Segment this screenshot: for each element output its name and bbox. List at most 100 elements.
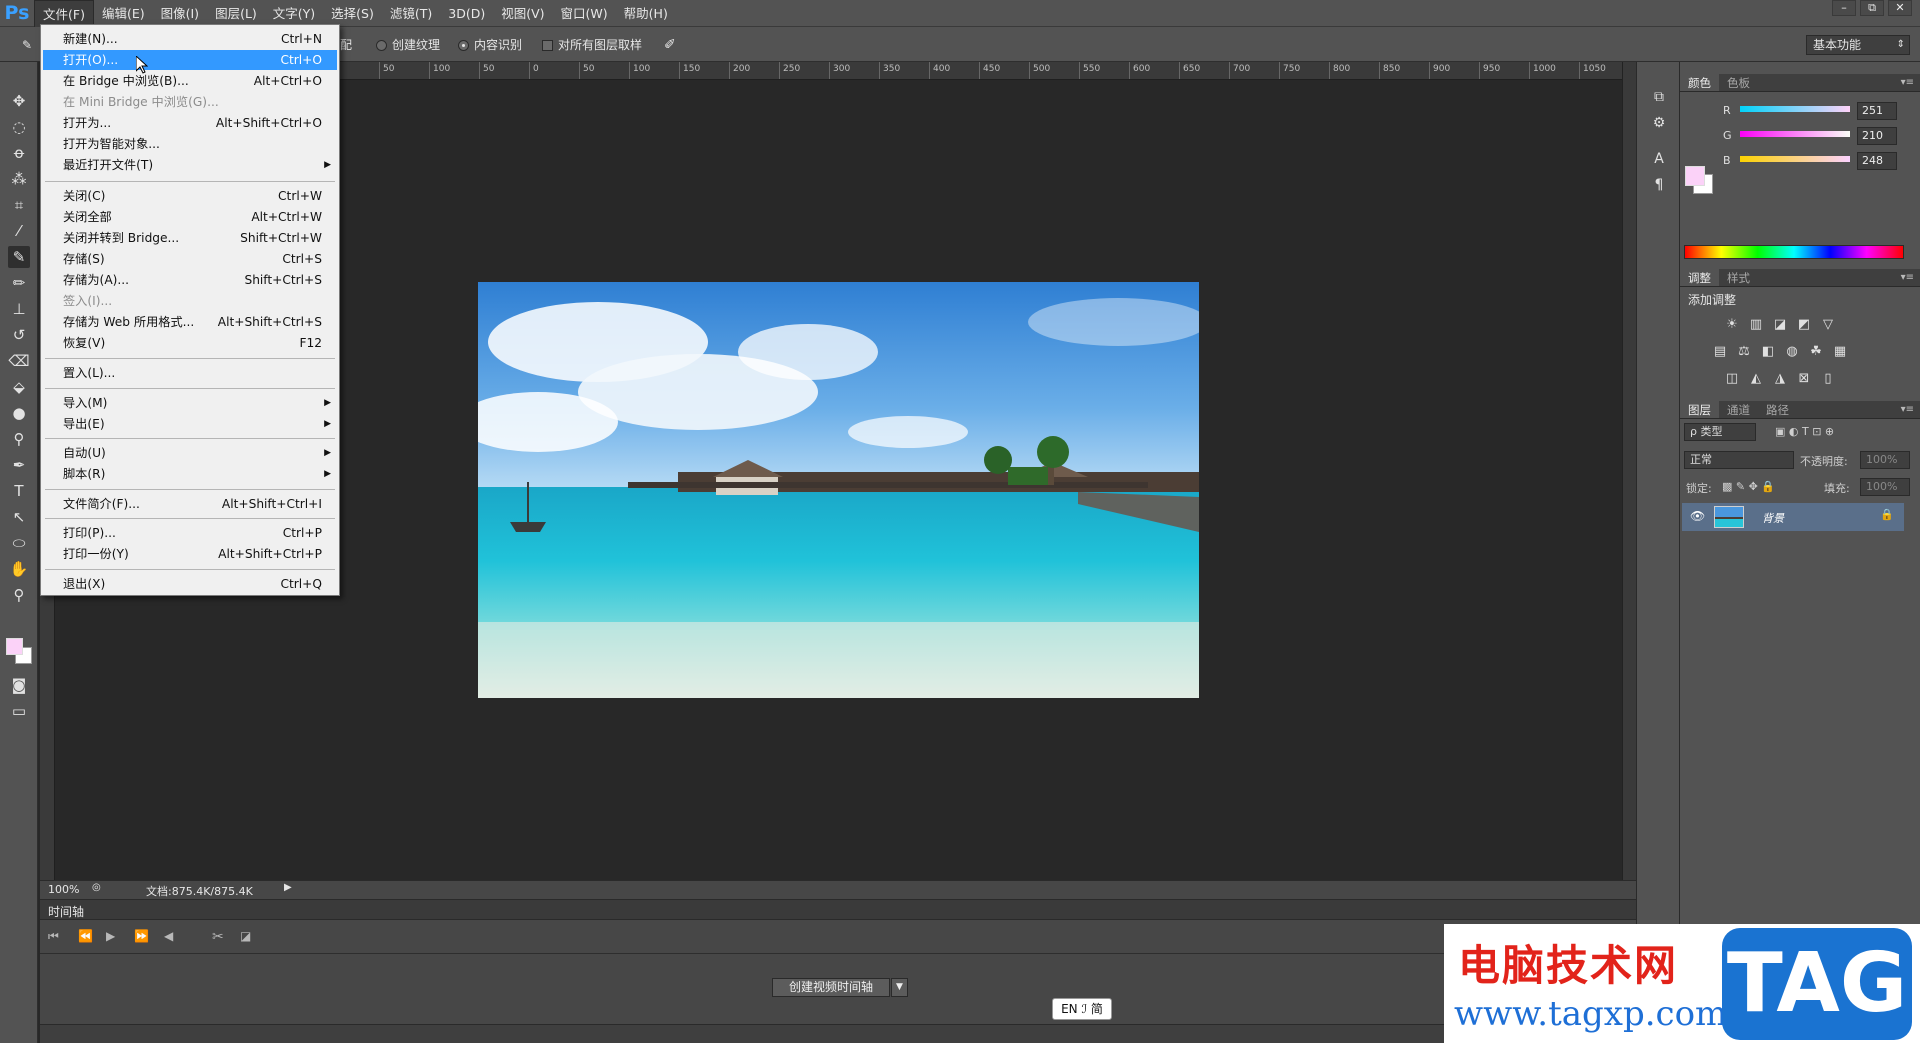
restore-button[interactable]: ⧉ bbox=[1860, 0, 1884, 16]
gradient-map-icon[interactable]: ▯ bbox=[1820, 372, 1836, 386]
brush-tool-icon[interactable]: ✏ bbox=[8, 272, 30, 294]
lasso-tool-icon[interactable]: ꝋ bbox=[8, 142, 30, 164]
lock-icons[interactable]: ▩ ✎ ✥ 🔒 bbox=[1722, 480, 1775, 493]
opacity-field[interactable]: 100% bbox=[1860, 451, 1910, 469]
green-slider[interactable] bbox=[1740, 131, 1850, 137]
brightness-icon[interactable]: ☀ bbox=[1724, 318, 1740, 332]
properties-panel-icon[interactable]: ⚙ bbox=[1648, 112, 1670, 134]
blue-value[interactable]: 248 bbox=[1857, 152, 1897, 170]
file-menu-item[interactable]: 导出(E) ▶ bbox=[43, 414, 337, 434]
menu-help[interactable]: 帮助(H) bbox=[616, 0, 676, 27]
next-frame-icon[interactable]: ⏩ bbox=[134, 929, 149, 943]
layer-filter-icons[interactable]: ▣ ◐ T ⊡ ⊕ bbox=[1775, 425, 1834, 438]
vertical-scrollbar[interactable] bbox=[1622, 62, 1636, 880]
file-menu-item[interactable]: 置入(L)... bbox=[43, 363, 337, 383]
panel-menu-icon[interactable]: ▾≡ bbox=[1901, 74, 1914, 92]
minimize-button[interactable]: – bbox=[1832, 0, 1856, 16]
menu-3d[interactable]: 3D(D) bbox=[440, 0, 493, 27]
file-menu-item[interactable]: 文件简介(F)... Alt+Shift+Ctrl+I bbox=[43, 494, 337, 514]
pen-tool-icon[interactable]: ✒ bbox=[8, 454, 30, 476]
curves-icon[interactable]: ◪ bbox=[1772, 318, 1788, 332]
file-menu-item[interactable]: 新建(N)... Ctrl+N bbox=[43, 29, 337, 49]
tab-styles[interactable]: 样式 bbox=[1719, 269, 1758, 286]
paragraph-panel-icon[interactable]: ¶ bbox=[1648, 174, 1670, 196]
fill-field[interactable]: 100% bbox=[1860, 478, 1910, 496]
layer-row-background[interactable]: 👁 背景 🔒 bbox=[1682, 503, 1904, 531]
file-menu-item[interactable]: 关闭全部 Alt+Ctrl+W bbox=[43, 207, 337, 227]
blend-mode-select[interactable]: 正常 bbox=[1684, 451, 1794, 469]
character-panel-icon[interactable]: A bbox=[1648, 148, 1670, 170]
content-aware-radio[interactable] bbox=[458, 39, 469, 51]
invert-icon[interactable]: ◫ bbox=[1724, 372, 1740, 386]
blur-tool-icon[interactable]: ● bbox=[8, 402, 30, 424]
file-menu-item[interactable]: 打开为... Alt+Shift+Ctrl+O bbox=[43, 113, 337, 133]
menu-window[interactable]: 窗口(W) bbox=[553, 0, 616, 27]
status-menu-arrow-icon[interactable]: ▶ bbox=[284, 882, 292, 893]
create-video-timeline-button[interactable]: 创建视频时间轴 bbox=[772, 978, 890, 997]
blue-slider[interactable] bbox=[1740, 156, 1850, 162]
file-menu-item[interactable]: 恢复(V) F12 bbox=[43, 333, 337, 353]
file-menu-item[interactable]: 关闭(C) Ctrl+W bbox=[43, 186, 337, 206]
adjust-panel-menu-icon[interactable]: ▾≡ bbox=[1901, 269, 1914, 287]
file-menu-item[interactable]: 脚本(R) ▶ bbox=[43, 464, 337, 484]
tab-channels[interactable]: 通道 bbox=[1719, 401, 1758, 418]
black-white-icon[interactable]: ◧ bbox=[1760, 345, 1776, 359]
green-value[interactable]: 210 bbox=[1857, 127, 1897, 145]
posterize-icon[interactable]: ◭ bbox=[1748, 372, 1764, 386]
file-menu-item[interactable]: 打开为智能对象... bbox=[43, 134, 337, 154]
first-frame-icon[interactable]: ⏮ bbox=[48, 929, 59, 944]
file-menu-item[interactable]: 导入(M) ▶ bbox=[43, 393, 337, 413]
levels-icon[interactable]: ▥ bbox=[1748, 318, 1764, 332]
hand-tool-icon[interactable]: ✋ bbox=[8, 558, 30, 580]
prev-frame-icon[interactable]: ⏪ bbox=[78, 929, 93, 943]
ellipse-tool-icon[interactable]: ⬭ bbox=[8, 532, 30, 554]
tab-adjustments[interactable]: 调整 bbox=[1680, 269, 1719, 286]
move-tool-icon[interactable]: ✥ bbox=[8, 90, 30, 112]
tab-layers[interactable]: 图层 bbox=[1680, 401, 1719, 418]
file-menu-item[interactable]: 打印一份(Y) Alt+Shift+Ctrl+P bbox=[43, 544, 337, 564]
tab-paths[interactable]: 路径 bbox=[1758, 401, 1797, 418]
zoom-level-field[interactable]: 100% bbox=[48, 883, 79, 896]
screen-mode-icon[interactable]: ▭ bbox=[8, 700, 30, 722]
transition-icon[interactable]: ◪ bbox=[240, 929, 251, 943]
color-spectrum-bar[interactable] bbox=[1684, 245, 1904, 259]
menu-select[interactable]: 选择(S) bbox=[323, 0, 382, 27]
file-menu-item[interactable]: 自动(U) ▶ bbox=[43, 443, 337, 463]
history-panel-icon[interactable]: ⧉ bbox=[1648, 86, 1670, 108]
layer-filter-select[interactable]: ρ 类型 bbox=[1684, 423, 1756, 441]
timeline-tab[interactable]: 时间轴 bbox=[48, 903, 84, 920]
beach-photo[interactable] bbox=[478, 282, 1199, 698]
layers-panel-menu-icon[interactable]: ▾≡ bbox=[1901, 401, 1914, 419]
marquee-tool-icon[interactable]: ◌ bbox=[8, 116, 30, 138]
color-balance-icon[interactable]: ⚖ bbox=[1736, 345, 1752, 359]
zoom-tool-icon[interactable]: ⚲ bbox=[8, 584, 30, 606]
audio-icon[interactable]: ◀ bbox=[164, 929, 173, 943]
file-menu-item[interactable]: 在 Bridge 中浏览(B)... Alt+Ctrl+O bbox=[43, 71, 337, 91]
threshold-icon[interactable]: ◮ bbox=[1772, 372, 1788, 386]
layer-name[interactable]: 背景 bbox=[1762, 510, 1784, 526]
color-lookup-icon[interactable]: ▦ bbox=[1832, 345, 1848, 359]
file-menu-item[interactable]: 存储为 Web 所用格式... Alt+Shift+Ctrl+S bbox=[43, 312, 337, 332]
workspace-select[interactable]: 基本功能 bbox=[1806, 35, 1910, 55]
content-aware-option[interactable]: 内容识别 bbox=[458, 36, 522, 54]
menu-filter[interactable]: 滤镜(T) bbox=[382, 0, 440, 27]
file-menu-item[interactable]: 打印(P)... Ctrl+P bbox=[43, 523, 337, 543]
photo-filter-icon[interactable]: ◍ bbox=[1784, 345, 1800, 359]
pressure-brush-icon[interactable]: ✐ bbox=[664, 36, 676, 54]
create-texture-option[interactable]: 创建纹理 bbox=[376, 36, 440, 54]
quick-mask-icon[interactable]: ◙ bbox=[8, 674, 30, 696]
history-brush-tool-icon[interactable]: ↺ bbox=[8, 324, 30, 346]
exposure-icon[interactable]: ◩ bbox=[1796, 318, 1812, 332]
file-menu-item[interactable]: 存储(S) Ctrl+S bbox=[43, 249, 337, 269]
file-menu-item[interactable]: 存储为(A)... Shift+Ctrl+S bbox=[43, 270, 337, 290]
split-scissors-icon[interactable]: ✂ bbox=[212, 929, 224, 945]
selective-color-icon[interactable]: ⊠ bbox=[1796, 372, 1812, 386]
file-menu-item[interactable]: 退出(X) Ctrl+Q bbox=[43, 574, 337, 594]
eyedropper-tool-icon[interactable]: ⁄ bbox=[8, 220, 30, 242]
menu-image[interactable]: 图像(I) bbox=[153, 0, 207, 27]
paint-bucket-tool-icon[interactable]: ⬙ bbox=[8, 376, 30, 398]
red-value[interactable]: 251 bbox=[1857, 102, 1897, 120]
file-menu-item[interactable]: 打开(O)... Ctrl+O bbox=[43, 50, 337, 70]
channel-mixer-icon[interactable]: ☘ bbox=[1808, 345, 1824, 359]
hue-saturation-icon[interactable]: ▤ bbox=[1712, 345, 1728, 359]
